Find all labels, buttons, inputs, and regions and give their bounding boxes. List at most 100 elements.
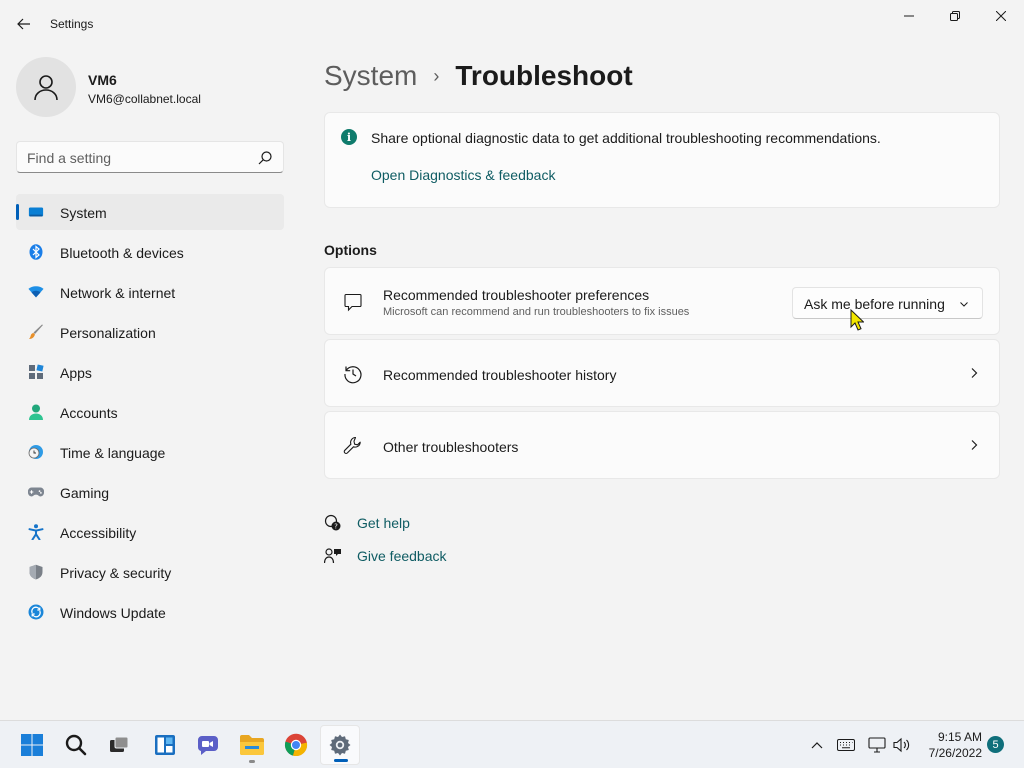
sidebar-item-network[interactable]: Network & internet [16,274,284,310]
close-icon [996,11,1006,21]
close-button[interactable] [978,0,1024,32]
minimize-icon [904,15,914,17]
chevron-up-icon [811,742,823,749]
taskbar-search-button[interactable] [56,725,96,765]
notification-badge[interactable]: 5 [987,736,1004,753]
sidebar-item-windows-update[interactable]: Windows Update [16,594,284,630]
clock-time: 9:15 AM [937,730,982,744]
network-status-button[interactable] [866,721,888,768]
chrome-icon [284,733,308,757]
shield-icon [28,564,44,580]
task-view-icon [110,736,129,752]
keyboard-icon [837,739,855,751]
dropdown-value: Ask me before running [804,296,945,312]
mouse-cursor-icon [850,309,864,331]
sidebar-item-gaming[interactable]: Gaming [16,474,284,510]
sidebar-item-label: System [60,205,107,221]
user-email: VM6@collabnet.local [88,92,201,106]
sidebar-item-label: Privacy & security [60,565,172,581]
task-view-button[interactable] [99,725,139,765]
row-title: Recommended troubleshooter preferences [383,287,650,303]
taskbar: 9:15 AM 7/26/2022 [0,720,1024,768]
settings-icon [329,734,351,756]
avatar [16,57,76,117]
section-title: Options [324,242,377,258]
get-help-link[interactable]: Get help [357,515,410,531]
active-indicator [334,759,348,762]
sidebar-item-label: Network & internet [60,285,176,301]
row-title: Other troubleshooters [383,439,519,455]
system-icon [28,204,44,220]
breadcrumb-parent[interactable]: System [324,60,417,92]
file-explorer-button[interactable] [232,725,272,765]
row-title: Recommended troubleshooter history [383,367,617,383]
info-text: Share optional diagnostic data to get ad… [371,130,881,146]
show-hidden-icons-button[interactable] [806,721,828,768]
search-icon[interactable] [257,150,273,166]
troubleshooter-history-row[interactable]: Recommended troubleshooter history [324,339,1000,407]
brush-icon [28,324,44,340]
minimize-button[interactable] [886,0,932,32]
sidebar-item-label: Time & language [60,445,166,461]
gamepad-icon [28,484,44,500]
other-troubleshooters-row[interactable]: Other troubleshooters [324,411,1000,479]
restore-icon [950,11,960,21]
accessibility-icon [28,524,44,540]
taskbar-clock[interactable]: 9:15 AM 7/26/2022 [918,729,982,761]
volume-icon [893,737,910,753]
user-profile[interactable]: VM6 VM6@collabnet.local [16,57,286,119]
sidebar-item-accessibility[interactable]: Accessibility [16,514,284,550]
keyboard-button[interactable] [834,721,858,768]
row-subtitle: Microsoft can recommend and run troubles… [383,306,690,318]
sidebar-item-privacy[interactable]: Privacy & security [16,554,284,590]
chrome-button[interactable] [276,725,316,765]
wifi-icon [28,284,44,300]
sidebar-item-time-language[interactable]: Time & language [16,434,284,470]
diagnostics-info-card: i Share optional diagnostic data to get … [324,112,1000,208]
sidebar-item-system[interactable]: System [16,194,284,230]
breadcrumb: System › Troubleshoot [324,58,633,94]
sidebar-item-personalization[interactable]: Personalization [16,314,284,350]
back-button[interactable] [12,12,36,36]
sidebar-item-apps[interactable]: Apps [16,354,284,390]
start-button[interactable] [12,725,52,765]
history-icon [343,364,363,384]
restore-button[interactable] [932,0,978,32]
breadcrumb-separator: › [433,65,440,86]
give-feedback-link[interactable]: Give feedback [357,548,447,564]
sidebar-item-label: Personalization [60,325,156,341]
page-title: Troubleshoot [455,60,633,91]
get-help-icon: ? [324,514,341,531]
back-arrow-icon [17,18,30,30]
accounts-icon [28,404,44,420]
sidebar-item-label: Bluetooth & devices [60,245,184,261]
troubleshooter-preference-dropdown[interactable]: Ask me before running [792,287,983,319]
update-icon [28,604,44,620]
volume-button[interactable] [891,721,913,768]
feedback-icon [324,548,341,564]
sidebar-item-accounts[interactable]: Accounts [16,394,284,430]
network-icon [868,737,886,753]
user-name: VM6 [88,72,117,88]
sidebar-item-bluetooth[interactable]: Bluetooth & devices [16,234,284,270]
chevron-down-icon [960,302,968,307]
chat-bubble-icon [343,292,363,312]
widgets-icon [155,735,175,755]
widgets-button[interactable] [145,725,185,765]
sidebar-item-label: Accessibility [60,525,137,541]
apps-icon [28,364,44,380]
search-box[interactable] [16,141,284,173]
chat-button[interactable] [188,725,228,765]
sidebar-item-label: Apps [60,365,92,381]
settings-taskbar-button[interactable] [320,725,360,765]
clock-date: 7/26/2022 [928,746,982,760]
svg-text:?: ? [334,523,338,531]
open-diagnostics-link[interactable]: Open Diagnostics & feedback [371,167,555,183]
bluetooth-icon [28,244,44,260]
search-input[interactable] [27,148,247,168]
wrench-icon [343,436,363,456]
title-bar: Settings [0,0,1024,48]
start-icon [21,734,43,756]
sidebar-item-label: Gaming [60,485,110,501]
running-indicator [249,760,255,763]
